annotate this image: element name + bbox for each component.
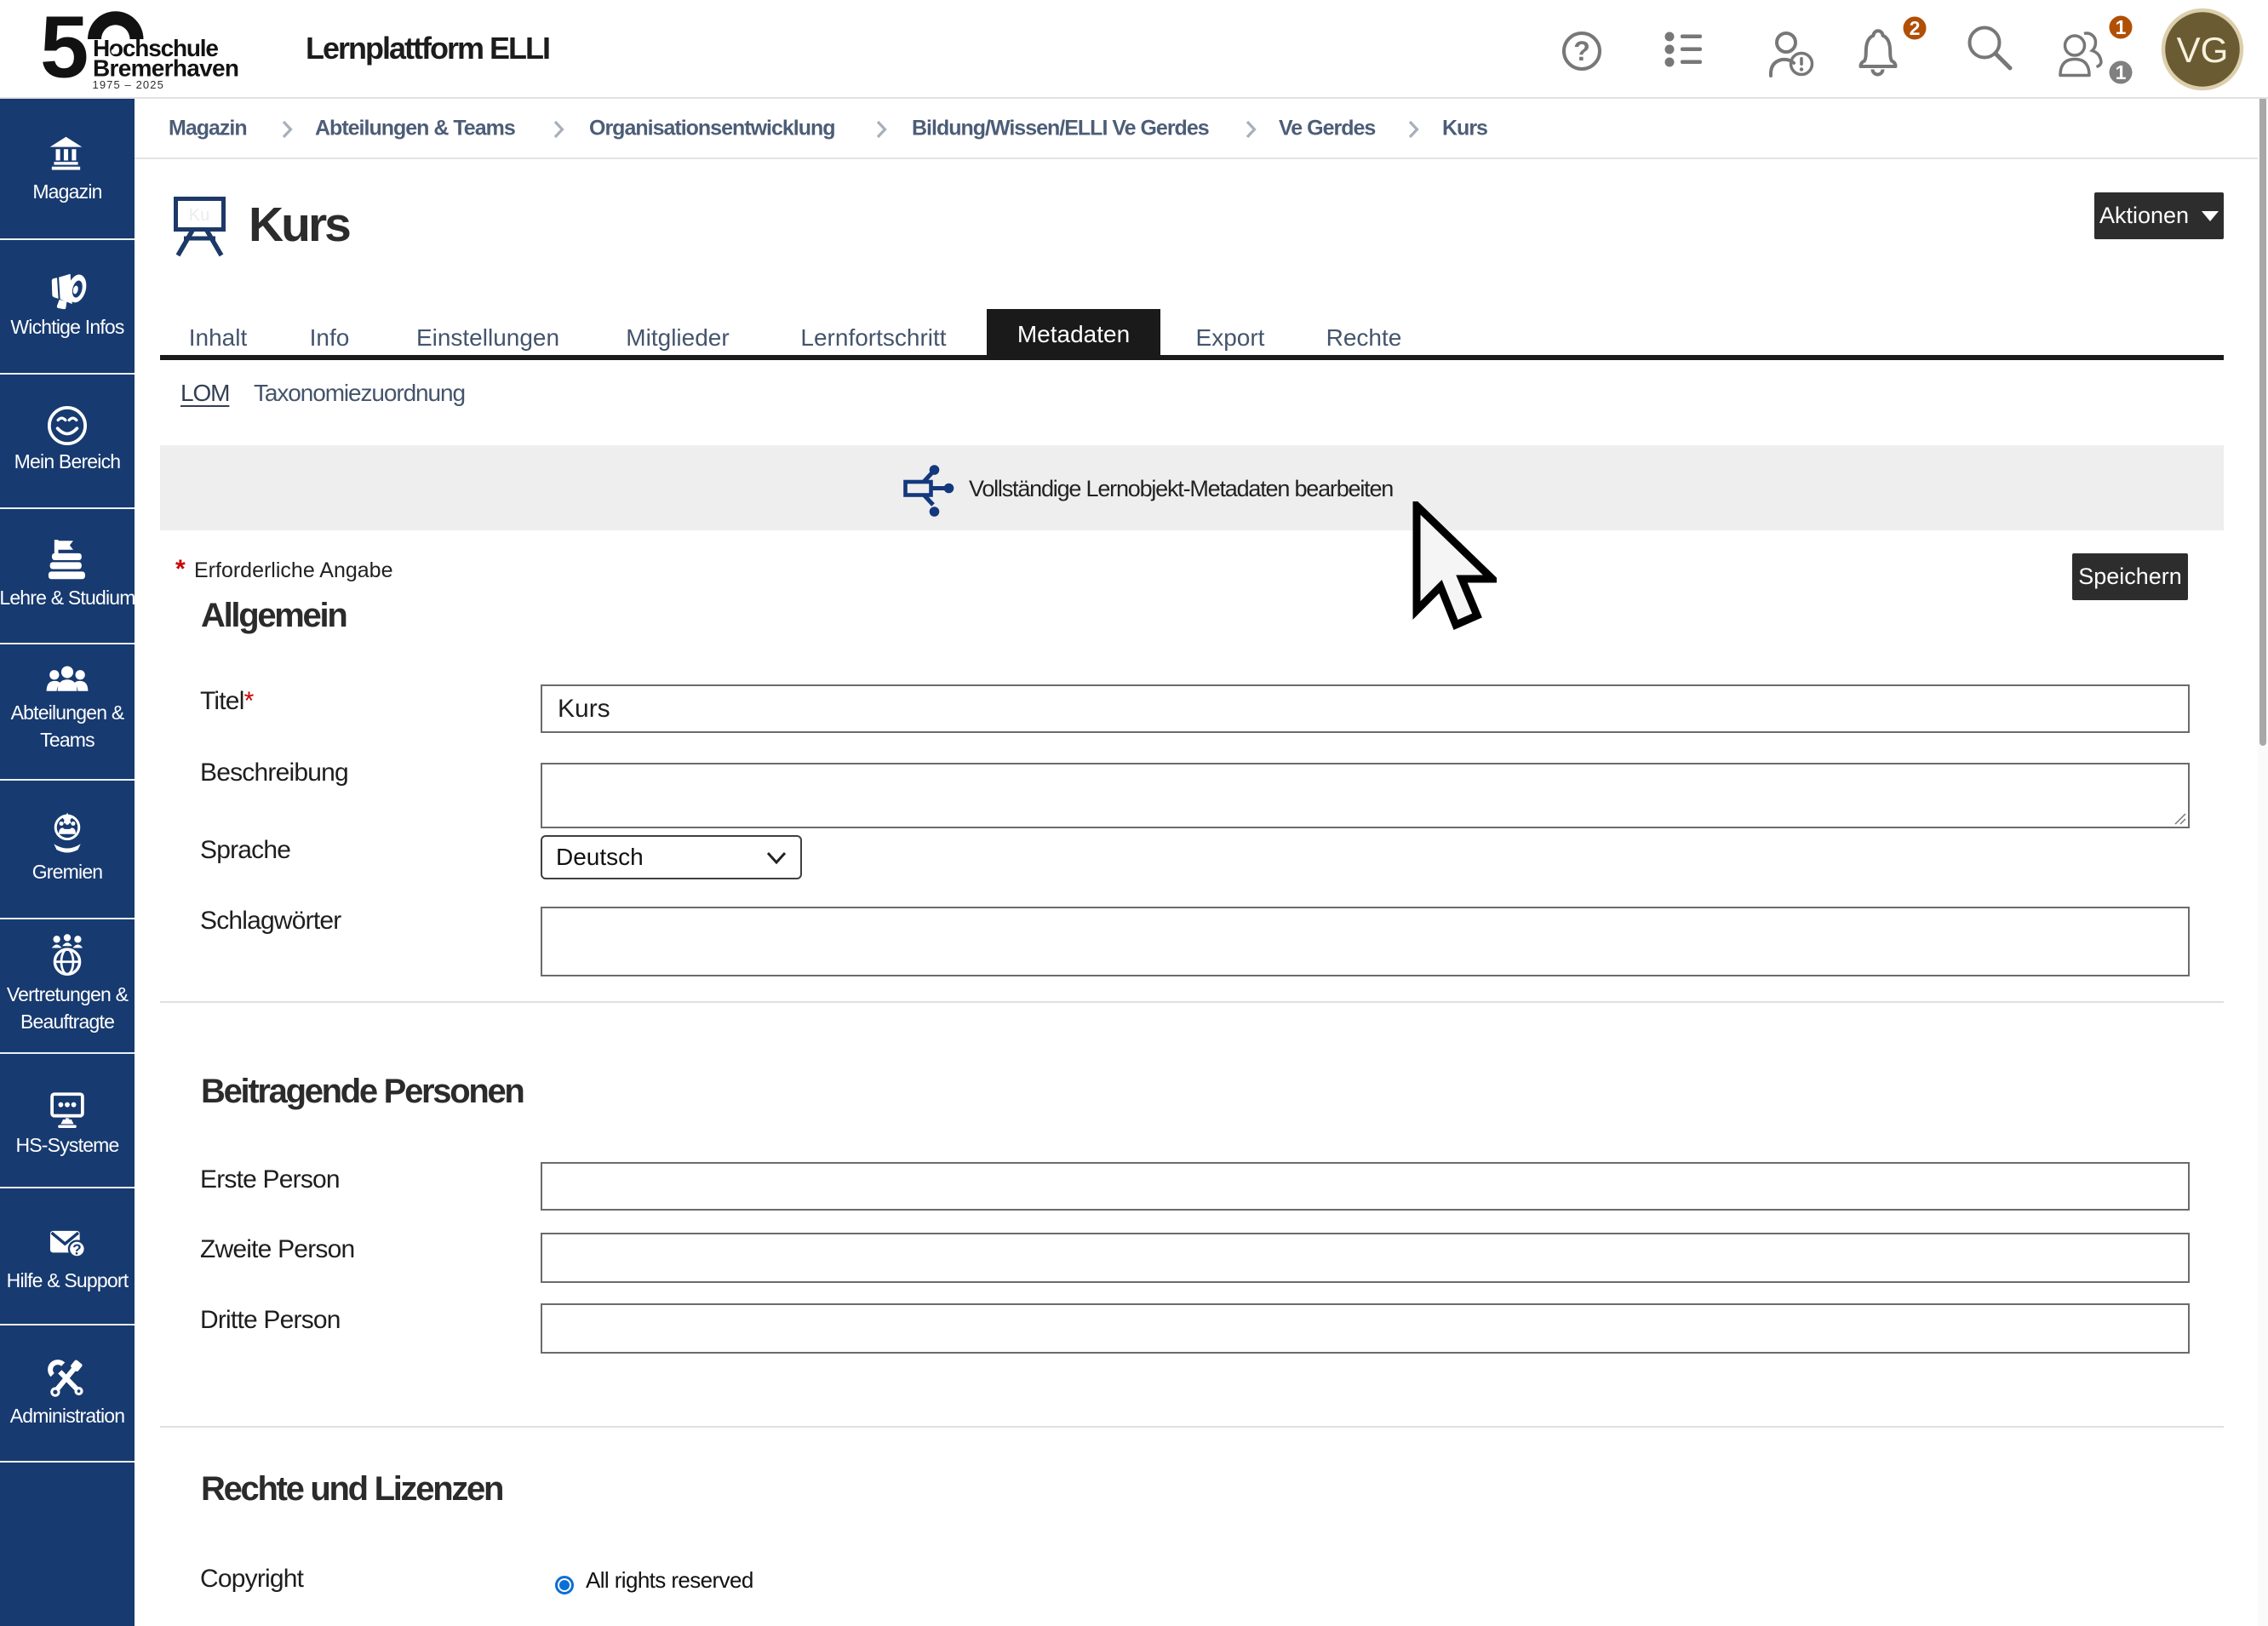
svg-text:Ku: Ku xyxy=(189,206,209,225)
svg-text:2: 2 xyxy=(1910,17,1921,39)
svg-text:1: 1 xyxy=(2116,61,2127,83)
svg-text:VG: VG xyxy=(2177,30,2229,70)
svg-text:1: 1 xyxy=(2116,16,2127,38)
svg-text:?: ? xyxy=(1573,36,1590,66)
svg-text:?: ? xyxy=(72,1241,82,1258)
